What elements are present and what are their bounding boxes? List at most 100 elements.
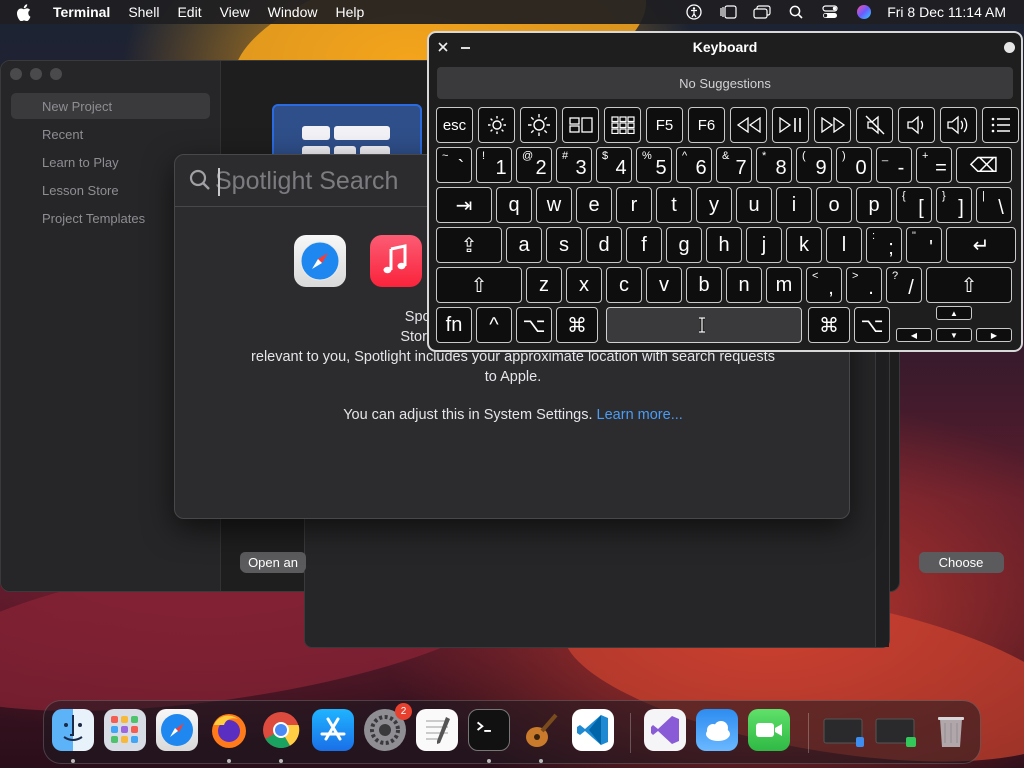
safari-icon[interactable] [294,235,346,287]
launchpad-icon[interactable] [604,107,641,143]
accessibility-icon[interactable] [677,0,711,24]
key-j[interactable]: j [746,227,782,263]
key-s[interactable]: s [546,227,582,263]
key-right-shift[interactable]: ⇧ [926,267,1012,303]
weather-icon[interactable] [696,709,738,751]
menu-window[interactable]: Window [259,4,327,20]
key-symbol-bottom-0[interactable]: <, [806,267,842,303]
trash-icon[interactable] [930,709,972,751]
brightness-up-icon[interactable] [520,107,557,143]
key-f6[interactable]: F6 [688,107,725,143]
arrow-down-icon[interactable]: ▼ [936,328,972,342]
key-4[interactable]: $4 [596,147,632,183]
key-tab[interactable]: ⇥ [436,187,492,223]
key--[interactable]: _ - [876,147,912,183]
arrow-up-icon[interactable]: ▲ [936,306,972,320]
key-m[interactable]: m [766,267,802,303]
screen-mirroring-icon[interactable] [745,0,779,24]
key-o[interactable]: o [816,187,852,223]
keyboard-title-bar[interactable]: Keyboard [429,33,1021,63]
key-c[interactable]: c [606,267,642,303]
finder-icon[interactable] [52,709,94,751]
key-8[interactable]: * 8 [756,147,792,183]
app-store-icon[interactable] [312,709,354,751]
menu-view[interactable]: View [211,4,259,20]
volume-up-icon[interactable] [940,107,977,143]
sidebar-item-recent[interactable]: Recent [11,121,210,147]
key-9[interactable]: (9 [796,147,832,183]
key-5[interactable]: % 5 [636,147,672,183]
minimize-window-button[interactable] [30,68,42,80]
more-options-icon[interactable] [1004,42,1015,53]
key-delete[interactable]: ⌫ [956,147,1012,183]
visual-studio-icon[interactable] [644,709,686,751]
arrow-right-icon[interactable]: ▶ [976,328,1012,342]
close-window-button[interactable] [10,68,22,80]
control-center-icon[interactable] [813,0,847,24]
facetime-icon[interactable] [748,709,790,751]
key-symbol-bottom-2[interactable]: ? / [886,267,922,303]
menu-shell[interactable]: Shell [119,4,168,20]
textedit-icon[interactable] [416,709,458,751]
firefox-icon[interactable] [208,709,250,751]
key-1[interactable]: ! 1 [476,147,512,183]
play-pause-icon[interactable] [772,107,809,143]
key-7[interactable]: & 7 [716,147,752,183]
vscode-icon[interactable] [572,709,614,751]
key-control[interactable]: ^ [476,307,512,343]
key-p[interactable]: p [856,187,892,223]
choose-button-visible[interactable]: Choose [919,552,1003,572]
key-6[interactable]: ^ 6 [676,147,712,183]
garageband-icon[interactable] [520,709,562,751]
safari-icon[interactable] [156,709,198,751]
key-f5[interactable]: F5 [646,107,683,143]
key-n[interactable]: n [726,267,762,303]
sidebar-item-new-project[interactable]: New Project [11,93,210,119]
key-esc[interactable]: esc [436,107,473,143]
list-icon[interactable] [982,107,1019,143]
menu-app-name[interactable]: Terminal [44,4,119,20]
terminal-icon[interactable] [468,709,510,751]
key-backtick[interactable]: ~ ` [436,147,472,183]
key-symbol-0[interactable]: {[ [896,187,932,223]
key-caps-lock[interactable]: ⇪ [436,227,502,263]
key-2[interactable]: @2 [516,147,552,183]
key-u[interactable]: u [736,187,772,223]
key-b[interactable]: b [686,267,722,303]
system-settings-icon[interactable]: 2 [364,703,412,751]
fast-forward-icon[interactable] [814,107,851,143]
key-r[interactable]: r [616,187,652,223]
key-right-command[interactable]: ⌘ [808,307,850,343]
key-symbol-home-0[interactable]: :; [866,227,902,263]
sheet-scrollbar[interactable] [875,341,889,647]
key-w[interactable]: w [536,187,572,223]
key-g[interactable]: g [666,227,702,263]
zoom-window-button[interactable] [50,68,62,80]
key-y[interactable]: y [696,187,732,223]
music-icon[interactable] [370,235,422,287]
key-a[interactable]: a [506,227,542,263]
recent-window-icon[interactable] [822,709,864,751]
menu-clock[interactable]: Fri 8 Dec 11:14 AM [881,4,1024,20]
key-3[interactable]: #3 [556,147,592,183]
menu-help[interactable]: Help [326,4,373,20]
key-l[interactable]: l [826,227,862,263]
key-v[interactable]: v [646,267,682,303]
learn-more-link[interactable]: Learn more... [597,407,683,423]
menu-edit[interactable]: Edit [168,4,210,20]
key-k[interactable]: k [786,227,822,263]
key-return[interactable]: ↵ [946,227,1016,263]
key-symbol-2[interactable]: | \ [976,187,1012,223]
key-e[interactable]: e [576,187,612,223]
key-fn[interactable]: fn [436,307,472,343]
key-f[interactable]: f [626,227,662,263]
launchpad-icon[interactable] [104,709,146,751]
stage-manager-icon[interactable] [711,0,745,24]
key-=[interactable]: + = [916,147,952,183]
spotlight-search-icon[interactable] [779,0,813,24]
apple-menu-icon[interactable] [16,3,34,21]
arrow-left-icon[interactable]: ◀ [896,328,932,342]
siri-icon[interactable] [847,0,881,24]
key-left-shift[interactable]: ⇧ [436,267,522,303]
key-d[interactable]: d [586,227,622,263]
